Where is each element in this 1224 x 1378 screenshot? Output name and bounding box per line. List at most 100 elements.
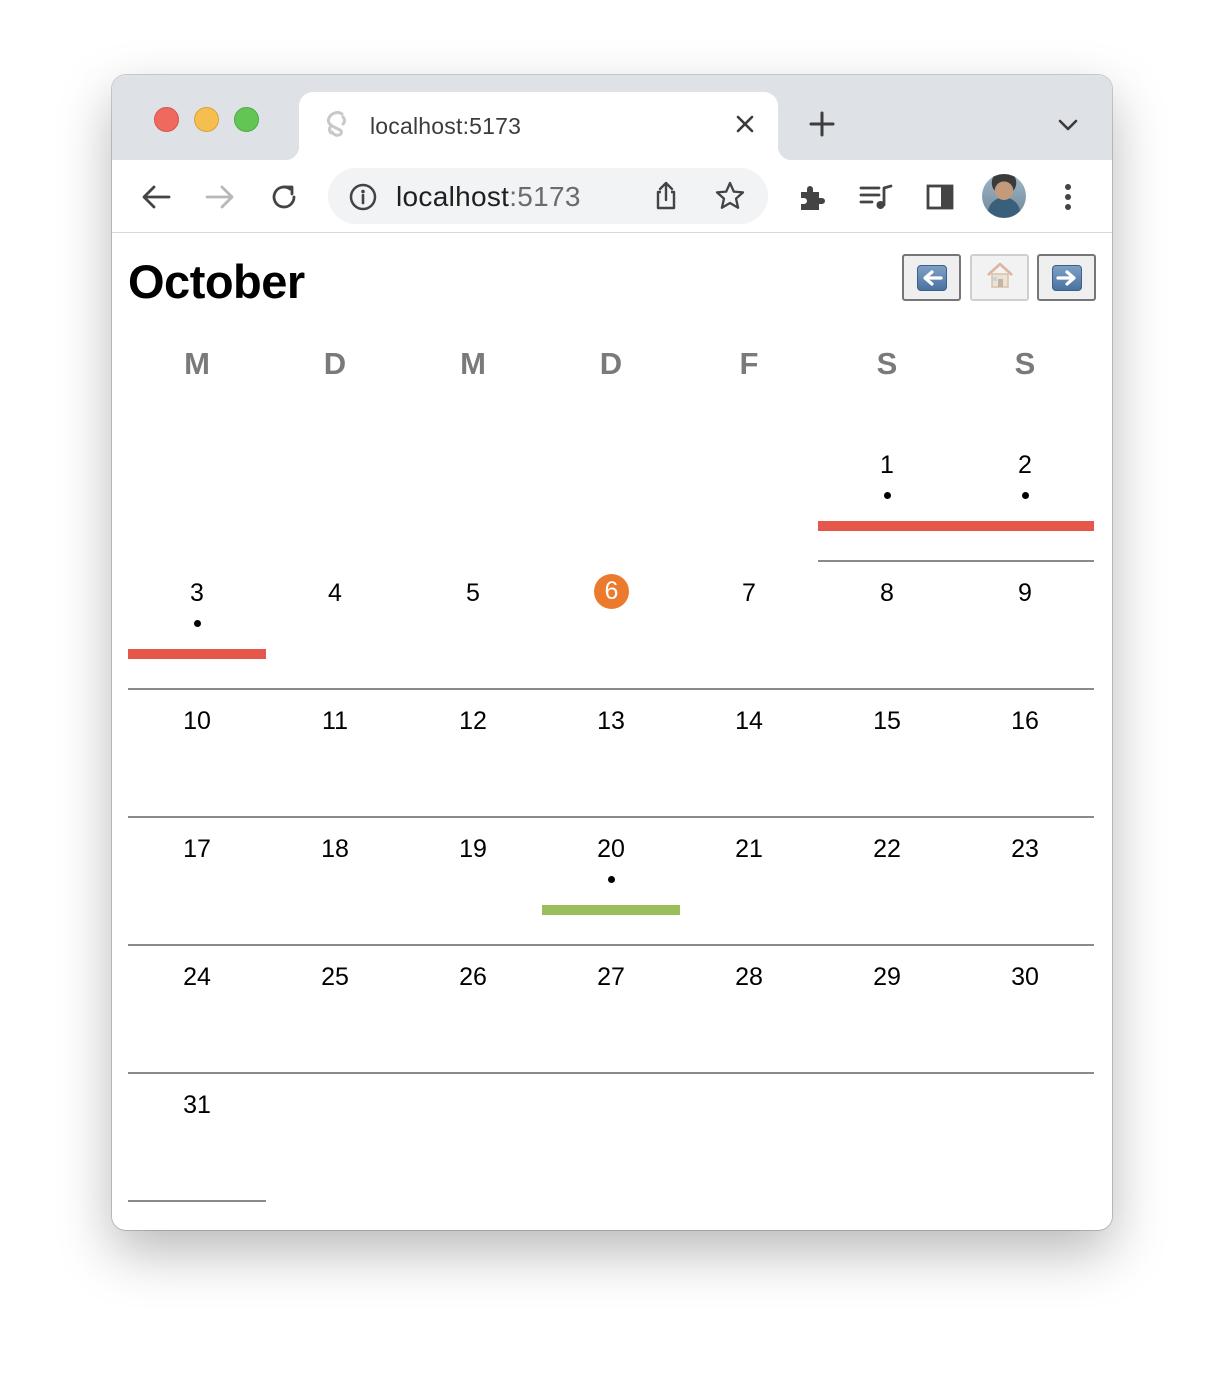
day-cell[interactable]: 7 [680,562,818,690]
day-number: 14 [735,707,763,735]
event-dot [194,620,201,627]
day-number: 7 [742,579,756,607]
day-cell[interactable]: 14 [680,690,818,818]
day-cell[interactable]: 2 [956,434,1094,562]
day-number: 12 [459,707,487,735]
day-cell[interactable]: 30 [956,946,1094,1074]
weekday-label: S [876,346,898,381]
day-cell[interactable]: 24 [128,946,266,1074]
day-number: 28 [735,963,763,991]
day-cell[interactable]: 23 [956,818,1094,946]
day-cell[interactable]: 18 [266,818,404,946]
forward-arrow-icon[interactable] [200,177,240,217]
previous-month-button[interactable] [902,254,961,301]
day-cell[interactable]: 31 [128,1074,266,1202]
day-cell[interactable]: 11 [266,690,404,818]
day-number: 27 [597,963,625,991]
bookmark-star-icon[interactable] [714,180,746,212]
day-number: 22 [873,835,901,863]
day-cell[interactable]: 12 [404,690,542,818]
day-number: 23 [1011,835,1039,863]
day-cell[interactable]: 3 [128,562,266,690]
day-cell[interactable]: 1 [818,434,956,562]
weekday-header: M D M D F S S [128,346,1096,396]
new-tab-plus-icon[interactable] [806,108,838,140]
profile-avatar[interactable] [982,174,1026,218]
day-number: 1 [880,451,894,479]
day-number: 20 [597,835,625,863]
day-cell[interactable]: 28 [680,946,818,1074]
day-cell[interactable]: 17 [128,818,266,946]
day-cell[interactable]: 4 [266,562,404,690]
day-cell[interactable]: 15 [818,690,956,818]
day-cell[interactable]: 6 [542,562,680,690]
address-bar[interactable]: localhost:5173 [328,168,768,224]
day-cell[interactable]: 29 [818,946,956,1074]
day-cell[interactable]: 19 [404,818,542,946]
info-icon[interactable] [348,182,378,212]
day-number: 29 [873,963,901,991]
day-number: 5 [466,579,480,607]
today-home-button[interactable] [970,254,1029,301]
weekday-label: D [323,346,347,381]
day-number: 17 [183,835,211,863]
day-number: 3 [190,579,204,607]
side-panel-icon[interactable] [920,177,960,217]
day-number: 8 [880,579,894,607]
calendar-page: October M D M D F S S 1 2 3 4 5 6 7 8 9 10 11 12 13 1… [112,234,1112,1230]
back-arrow-icon[interactable] [136,177,176,217]
browser-tab[interactable]: localhost:5173 [285,92,792,160]
day-number: 16 [1011,707,1039,735]
event-dot [608,876,615,883]
event-bar[interactable] [128,649,266,659]
day-cell[interactable]: 16 [956,690,1094,818]
day-number: 4 [328,579,342,607]
event-bar[interactable] [542,905,680,915]
day-number: 2 [1018,451,1032,479]
extensions-puzzle-icon[interactable] [792,177,832,217]
day-number: 31 [183,1091,211,1119]
day-cell[interactable]: 8 [818,562,956,690]
day-number: 11 [322,707,348,735]
day-number: 10 [183,707,211,735]
event-bar[interactable] [818,521,956,531]
day-number: 15 [873,707,901,735]
tab-strip: localhost:5173 [112,75,1112,160]
day-number: 9 [1018,579,1032,607]
right-arrow-icon [1051,264,1082,291]
share-icon[interactable] [650,180,682,212]
day-cell[interactable]: 13 [542,690,680,818]
url-port: :5173 [509,181,581,212]
reload-icon[interactable] [264,177,304,217]
day-cell[interactable]: 25 [266,946,404,1074]
minimize-window-button[interactable] [194,107,219,132]
weekday-label: M [460,346,486,381]
day-number: 18 [321,835,349,863]
day-number: 13 [597,707,625,735]
url-text[interactable]: localhost:5173 [396,181,581,213]
day-cell[interactable]: 21 [680,818,818,946]
close-window-button[interactable] [154,107,179,132]
day-cell[interactable]: 5 [404,562,542,690]
tab-title: localhost:5173 [370,113,522,139]
day-number: 19 [459,835,487,863]
weekday-label: M [184,346,210,381]
event-dot [884,492,891,499]
chevron-down-icon[interactable] [1054,113,1082,137]
day-cell[interactable]: 20 [542,818,680,946]
day-cell[interactable]: 27 [542,946,680,1074]
weekday-label: S [1014,346,1036,381]
media-playlist-icon[interactable] [856,177,896,217]
day-cell[interactable]: 22 [818,818,956,946]
zoom-window-button[interactable] [234,107,259,132]
day-cell[interactable]: 10 [128,690,266,818]
day-cell[interactable]: 26 [404,946,542,1074]
svelte-icon [323,110,351,140]
house-icon [985,261,1015,294]
more-menu-icon[interactable] [1048,177,1088,217]
close-icon[interactable] [731,110,759,138]
next-month-button[interactable] [1037,254,1096,301]
day-cell[interactable]: 9 [956,562,1094,690]
weekday-label: D [599,346,623,381]
event-bar[interactable] [956,521,1094,531]
